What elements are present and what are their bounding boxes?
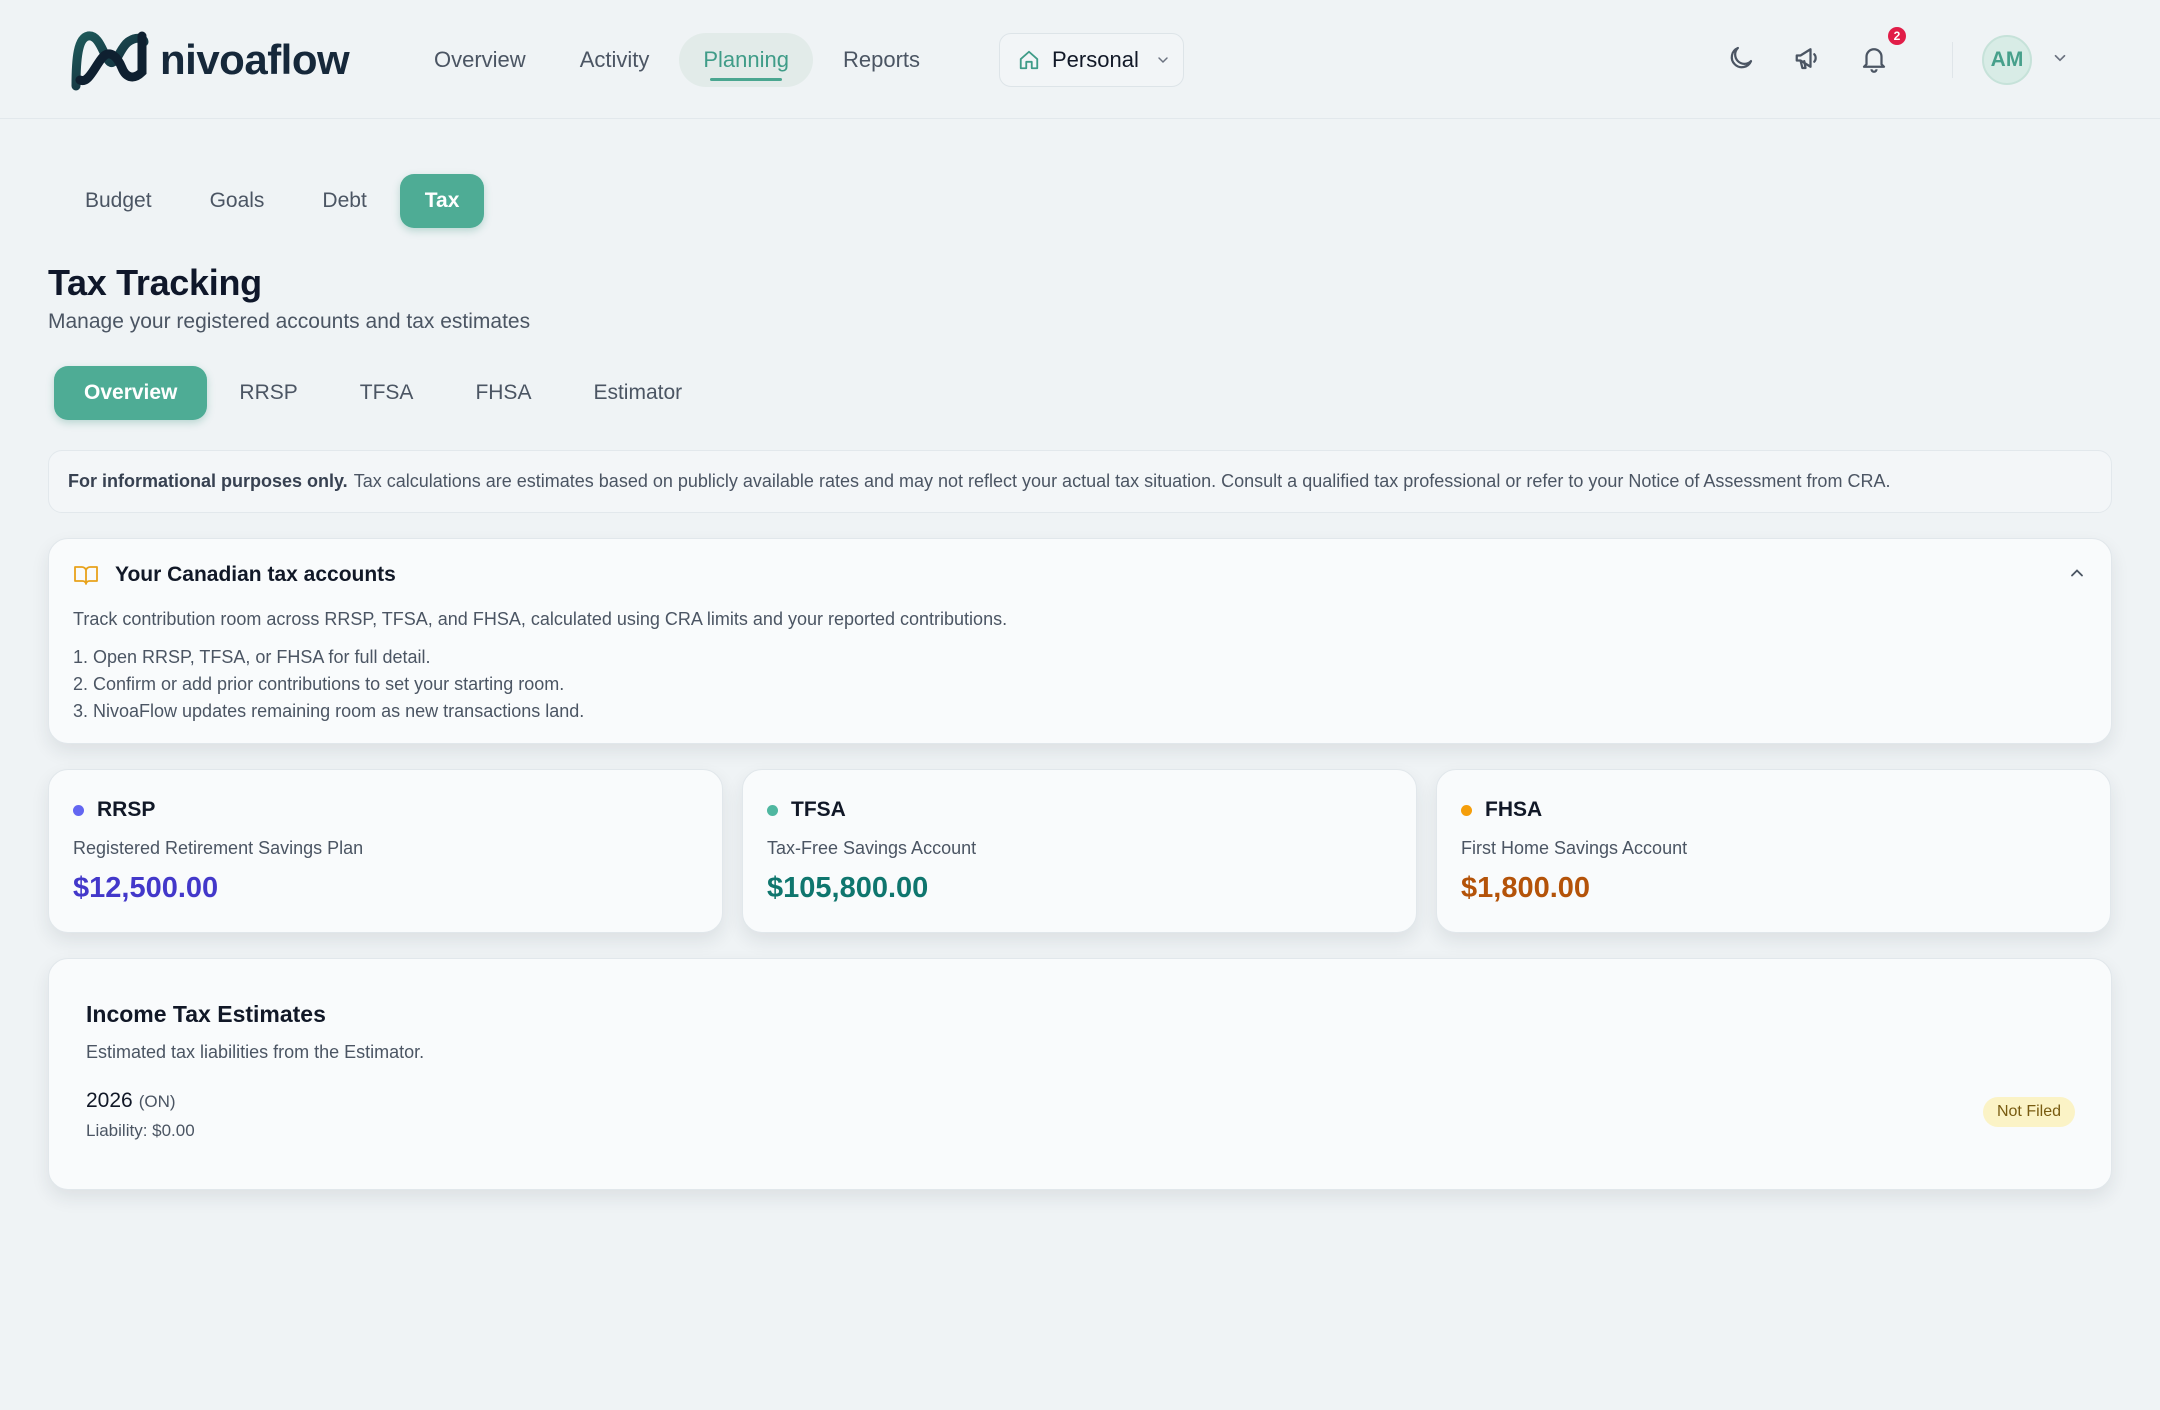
divider xyxy=(1952,42,1953,78)
step-item: 1. Open RRSP, TFSA, or FHSA for full det… xyxy=(73,647,431,667)
account-menu-button[interactable] xyxy=(2044,42,2076,74)
income-tax-estimates-card: Income Tax Estimates Estimated tax liabi… xyxy=(48,958,2112,1190)
account-color-dot xyxy=(1461,804,1472,816)
account-color-dot xyxy=(73,804,84,816)
tax-estimates-subtitle: Estimated tax liabilities from the Estim… xyxy=(86,1042,425,1062)
nav-reports[interactable]: Reports xyxy=(819,33,944,87)
scope-selector[interactable]: Personal xyxy=(999,33,1184,87)
status-badge: Not Filed xyxy=(1982,1097,2075,1127)
announcements-button[interactable] xyxy=(1792,42,1824,74)
nav-activity[interactable]: Activity xyxy=(556,33,674,87)
info-card-title: Your Canadian tax accounts xyxy=(115,563,396,586)
account-card-rrsp[interactable]: RRSP Registered Retirement Savings Plan … xyxy=(48,769,723,933)
home-icon xyxy=(1019,50,1039,70)
scope-label: Personal xyxy=(1052,47,1139,72)
tax-tabs: Overview RRSP TFSA FHSA Estimator xyxy=(54,366,714,420)
account-name: TFSA xyxy=(791,798,846,821)
megaphone-icon xyxy=(1795,48,1817,70)
app-name: nivoaflow xyxy=(160,36,350,83)
subtab-goals[interactable]: Goals xyxy=(185,174,290,228)
account-description: Registered Retirement Savings Plan xyxy=(73,838,364,858)
info-card-description: Track contribution room across RRSP, TFS… xyxy=(73,609,1008,629)
subtab-budget[interactable]: Budget xyxy=(60,174,177,228)
subtab-tax[interactable]: Tax xyxy=(399,174,485,228)
notification-count-badge: 2 xyxy=(1888,27,1906,45)
tax-estimates-title: Income Tax Estimates xyxy=(86,1001,326,1027)
account-balance: $105,800.00 xyxy=(767,872,929,904)
account-card-header: FHSA xyxy=(1461,798,1542,822)
info-card-steps: 1. Open RRSP, TFSA, or FHSA for full det… xyxy=(73,644,584,725)
planning-subtabs: Budget Goals Debt Tax xyxy=(60,174,492,228)
account-balance: $1,800.00 xyxy=(1461,872,1591,904)
avatar[interactable]: AM xyxy=(1982,35,2032,85)
estimate-year-value: 2026 xyxy=(86,1089,133,1112)
tab-estimator[interactable]: Estimator xyxy=(563,366,712,420)
account-card-fhsa[interactable]: FHSA First Home Savings Account $1,800.0… xyxy=(1436,769,2111,933)
account-color-dot xyxy=(767,804,778,816)
account-description: First Home Savings Account xyxy=(1461,838,1688,858)
tab-tfsa[interactable]: TFSA xyxy=(330,366,444,420)
account-balance: $12,500.00 xyxy=(73,872,219,904)
main-nav: Overview Activity Planning Reports xyxy=(410,33,950,87)
chevron-down-icon xyxy=(1158,57,1168,64)
step-item: 2. Confirm or add prior contributions to… xyxy=(73,674,565,694)
step-item: 3. NivoaFlow updates remaining room as n… xyxy=(73,701,585,721)
moon-icon xyxy=(1730,46,1753,69)
tax-accounts-info-card: Your Canadian tax accounts Track contrib… xyxy=(48,538,2112,744)
estimate-year[interactable]: 2026 (ON) xyxy=(86,1089,176,1113)
info-card-header: Your Canadian tax accounts xyxy=(73,563,396,587)
nivoaflow-logo-icon xyxy=(71,31,149,91)
disclaimer-banner: For informational purposes only. Tax cal… xyxy=(48,450,2112,513)
chevron-down-icon xyxy=(2054,54,2066,62)
tab-rrsp[interactable]: RRSP xyxy=(209,366,327,420)
account-card-header: TFSA xyxy=(767,798,846,822)
tab-fhsa[interactable]: FHSA xyxy=(445,366,561,420)
open-book-icon xyxy=(74,566,98,585)
disclaimer-text: Tax calculations are estimates based on … xyxy=(353,471,1891,491)
estimate-province: (ON) xyxy=(138,1092,176,1111)
subtab-debt[interactable]: Debt xyxy=(297,174,391,228)
collapse-button[interactable] xyxy=(2067,563,2087,588)
account-card-header: RRSP xyxy=(73,798,155,822)
disclaimer-bold: For informational purposes only. xyxy=(68,471,348,491)
dark-mode-toggle[interactable] xyxy=(1725,42,1757,74)
notifications-button[interactable] xyxy=(1858,42,1890,74)
top-navigation-bar: nivoaflow Overview Activity Planning Rep… xyxy=(0,0,2160,119)
tab-overview[interactable]: Overview xyxy=(54,366,208,420)
account-card-tfsa[interactable]: TFSA Tax-Free Savings Account $105,800.0… xyxy=(742,769,1417,933)
bell-icon xyxy=(1862,48,1886,73)
account-name: FHSA xyxy=(1485,798,1543,821)
page-title: Tax Tracking xyxy=(48,262,262,303)
estimate-liability: Liability: $0.00 xyxy=(86,1121,195,1140)
app-logo[interactable]: nivoaflow xyxy=(70,28,350,92)
page-subtitle: Manage your registered accounts and tax … xyxy=(48,310,531,333)
nav-planning[interactable]: Planning xyxy=(679,33,814,87)
account-description: Tax-Free Savings Account xyxy=(767,838,977,858)
nav-overview[interactable]: Overview xyxy=(410,33,550,87)
chevron-up-icon xyxy=(2071,569,2083,577)
account-name: RRSP xyxy=(97,798,156,821)
